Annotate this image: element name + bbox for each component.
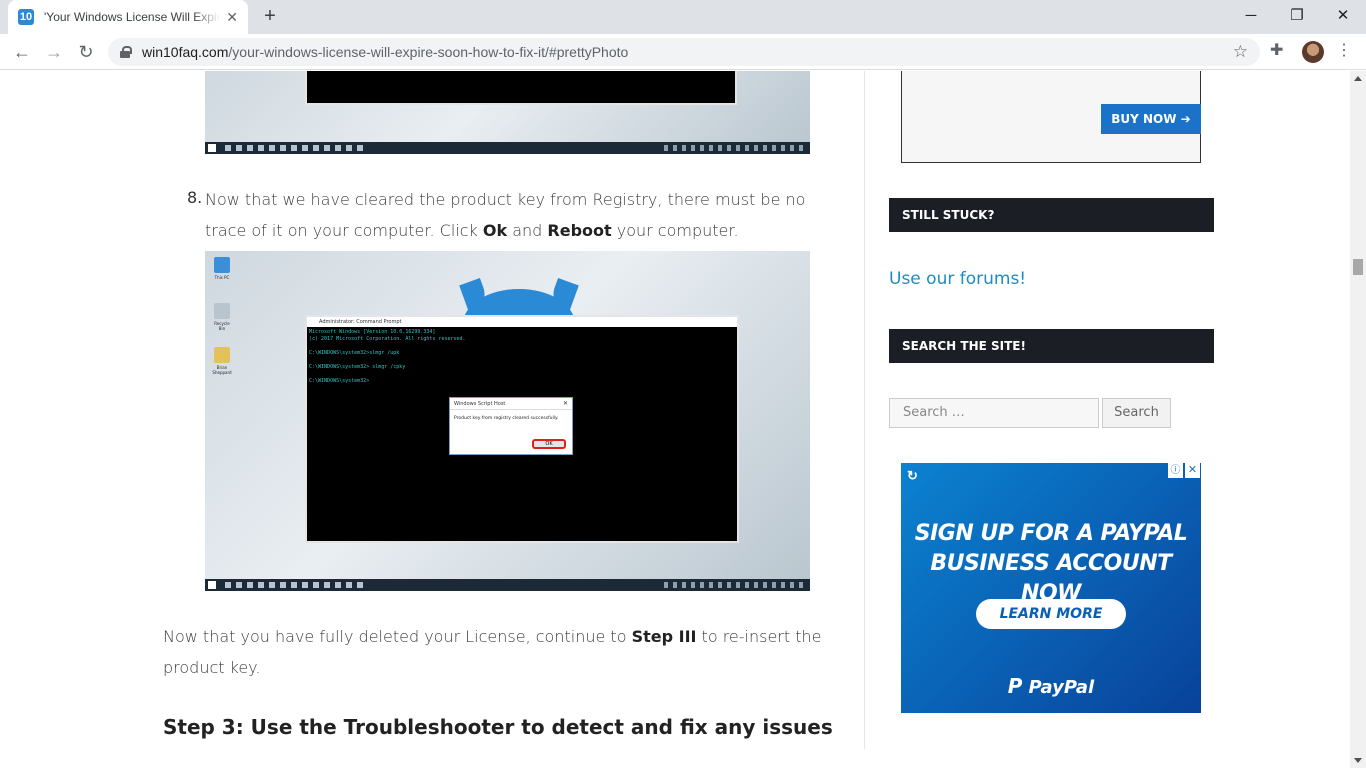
step3-heading: Step 3: Use the Troubleshooter to detect… <box>163 715 833 739</box>
new-tab-button[interactable]: + <box>258 5 282 29</box>
scroll-up-arrow-icon[interactable] <box>1354 76 1362 81</box>
step8-line2-a: trace of it on your computer. Click <box>205 221 483 240</box>
still-stuck-widget-title: STILL STUCK? <box>889 198 1214 232</box>
site-favicon-icon: 10 <box>18 9 34 25</box>
browser-toolbar: ← → ↻ win10faq.com/your-windows-license-… <box>0 34 1366 70</box>
search-input[interactable]: Search … <box>889 398 1099 428</box>
back-arrow-icon[interactable]: ← <box>10 40 34 64</box>
article-screenshot-2[interactable]: This PC Recycle Bin Brian Sheppard Admin… <box>205 251 810 591</box>
paypal-ad-banner[interactable]: ↻ ⓘ ✕ SIGN UP FOR A PAYPAL BUSINESS ACCO… <box>901 463 1201 713</box>
page-content: 8. Now that we have cleared the product … <box>0 71 1350 768</box>
step8-and: and <box>507 221 548 240</box>
desktop-icon-user-folder: Brian Sheppard <box>211 347 233 375</box>
scroll-down-arrow-icon[interactable] <box>1354 758 1362 763</box>
minimize-icon[interactable]: ─ <box>1228 4 1274 28</box>
url-path: /your-windows-license-will-expire-soon-h… <box>228 44 629 60</box>
paypal-wordmark: PayPal <box>1028 677 1095 698</box>
step8-end: your computer. <box>611 221 739 240</box>
scroll-thumb[interactable] <box>1353 259 1363 275</box>
step8-text: Now that we have cleared the product key… <box>205 184 805 246</box>
reboot-emphasis: Reboot <box>547 221 612 240</box>
page-scrollbar[interactable] <box>1350 71 1366 768</box>
cmd-title: Administrator: Command Prompt <box>319 319 402 325</box>
address-bar[interactable]: win10faq.com/your-windows-license-will-e… <box>108 38 1260 66</box>
paypal-headline: SIGN UP FOR A PAYPAL BUSINESS ACCOUNT NO… <box>901 519 1201 609</box>
product-ad-box: BUY NOW ➔ <box>901 71 1201 163</box>
article-screenshot-1[interactable] <box>205 71 810 154</box>
paypal-p-icon: P <box>1007 674 1023 698</box>
lock-icon[interactable] <box>120 46 132 58</box>
headline-line1: SIGN UP FOR A PAYPAL <box>914 521 1188 546</box>
para-line2: product key. <box>163 658 261 677</box>
cmd-window-image <box>305 71 737 105</box>
reload-icon[interactable]: ↻ <box>74 40 98 64</box>
forward-arrow-icon[interactable]: → <box>42 40 66 64</box>
browser-tab[interactable]: 10 'Your Windows License Will Expire Soo… <box>8 0 248 34</box>
ad-info-icon[interactable]: ⓘ <box>1168 463 1183 478</box>
url-text[interactable]: win10faq.com/your-windows-license-will-e… <box>142 44 628 60</box>
kebab-menu-icon[interactable]: ⋮ <box>1336 40 1352 60</box>
script-host-dialog-image: Windows Script Host ✕ Product key from re… <box>449 397 573 455</box>
dialog-ok-highlight: OK <box>532 439 566 449</box>
windows-taskbar-image <box>205 142 810 154</box>
buy-now-button[interactable]: BUY NOW ➔ <box>1101 104 1201 134</box>
tab-close-icon[interactable]: ✕ <box>226 9 238 26</box>
desktop-icon-recycle-bin: Recycle Bin <box>211 303 233 331</box>
windows-taskbar-image <box>205 579 810 591</box>
bookmark-star-icon[interactable]: ☆ <box>1233 42 1248 62</box>
dialog-title: Windows Script Host <box>454 401 506 407</box>
paypal-logo: P PayPal <box>901 674 1201 698</box>
extensions-puzzle-icon[interactable]: ✚ <box>1270 40 1283 60</box>
step-iii-emphasis: Step III <box>631 627 697 646</box>
cmd-output: Microsoft Windows [Version 10.0.16299.33… <box>309 329 466 384</box>
desktop-icon-this-pc: This PC <box>211 257 233 280</box>
step-number: 8. <box>187 188 203 207</box>
tab-strip: 10 'Your Windows License Will Expire Soo… <box>0 0 1366 34</box>
ad-refresh-icon[interactable]: ↻ <box>907 469 921 483</box>
tab-title: 'Your Windows License Will Expire Soon' … <box>44 10 220 24</box>
ad-close-icon[interactable]: ✕ <box>1185 463 1200 478</box>
content-sidebar-divider <box>864 71 865 749</box>
learn-more-button[interactable]: LEARN MORE <box>976 599 1126 629</box>
para-part-a: Now that you have fully deleted your Lic… <box>163 627 632 646</box>
restore-icon[interactable]: ❐ <box>1274 4 1320 28</box>
profile-avatar[interactable] <box>1302 41 1324 63</box>
ok-emphasis: Ok <box>482 221 508 240</box>
search-widget-title: SEARCH THE SITE! <box>889 329 1214 363</box>
forums-link[interactable]: Use our forums! <box>889 269 1026 289</box>
dialog-message: Product key from registry cleared succes… <box>454 416 559 421</box>
continue-paragraph: Now that you have fully deleted your Lic… <box>163 621 822 683</box>
para-part-b: to re-insert the <box>696 627 822 646</box>
step8-line1: Now that we have cleared the product key… <box>205 190 806 209</box>
search-button[interactable]: Search <box>1102 398 1171 428</box>
url-host: win10faq.com <box>142 44 229 60</box>
window-close-icon[interactable]: ✕ <box>1320 4 1366 28</box>
